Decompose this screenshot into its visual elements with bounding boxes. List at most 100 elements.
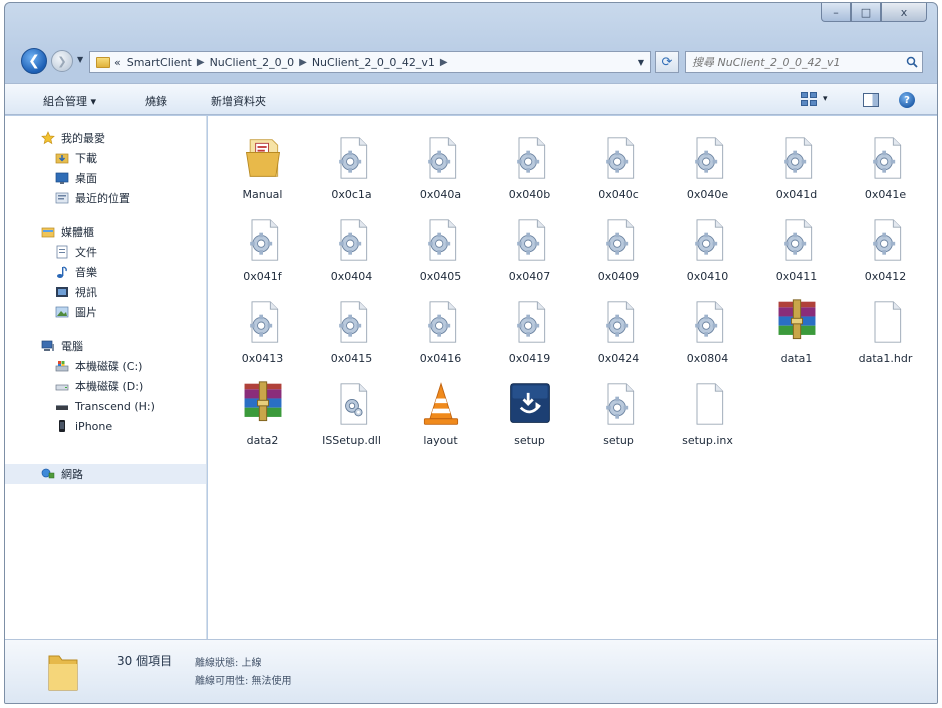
refresh-button[interactable]: ⟳ [655,51,679,73]
file-name: data1.hdr [858,352,913,365]
nav-iphone[interactable]: iPhone [5,416,206,436]
file-item[interactable]: 0x0410 [663,210,752,292]
nav-downloads[interactable]: 下載 [5,148,206,168]
file-item[interactable]: 0x0404 [307,210,396,292]
file-item[interactable]: 0x041f [218,210,307,292]
star-icon [41,131,55,145]
file-item[interactable]: 0x0411 [752,210,841,292]
file-item[interactable]: 0x0424 [574,292,663,374]
file-item[interactable]: 0x041d [752,128,841,210]
search-input[interactable] [686,55,902,69]
file-name: 0x0413 [241,352,284,365]
close-button[interactable]: x [881,3,927,22]
nav-desktop[interactable]: 桌面 [5,168,206,188]
back-button[interactable]: ❮ [21,48,47,74]
breadcrumb-item[interactable]: NuClient_2_0_0 [210,56,295,69]
nav-libraries[interactable]: 媒體櫃 [5,222,206,242]
history-dropdown-icon[interactable]: ▼ [77,55,83,64]
phone-icon [59,420,65,432]
minimize-button[interactable]: – [821,3,851,22]
search-box[interactable] [685,51,923,73]
chevron-right-icon[interactable]: ▶ [440,57,448,68]
nav-music[interactable]: 音樂 [5,262,206,282]
dll-file-icon [328,378,376,430]
file-name: 0x0405 [419,270,462,283]
config-file-icon [684,132,732,184]
file-item[interactable]: data2 [218,374,307,456]
breadcrumb-item[interactable]: NuClient_2_0_0_42_v1 [312,56,435,69]
nav-videos[interactable]: 視訊 [5,282,206,302]
nav-network[interactable]: 網路 [5,464,206,484]
nav-favorites-label: 我的最愛 [61,132,105,145]
preview-pane-button[interactable] [863,93,879,107]
file-item[interactable]: 0x040e [663,128,752,210]
address-dropdown-icon[interactable]: ▼ [638,58,644,67]
config-file-icon [417,214,465,266]
nav-drive-d[interactable]: 本機磁碟 (D:) [5,376,206,396]
config-file-icon [773,214,821,266]
nav-recent-places[interactable]: 最近的位置 [5,188,206,208]
breadcrumb-item[interactable]: SmartClient [127,56,192,69]
view-dropdown-icon[interactable]: ▾ [823,94,828,104]
file-item[interactable]: Manual [218,128,307,210]
file-item[interactable]: 0x0804 [663,292,752,374]
file-item[interactable]: 0x040a [396,128,485,210]
nav-drive-h-label: Transcend (H:) [75,399,155,413]
blank-file-icon [862,296,910,348]
file-name: 0x041f [243,270,282,283]
file-item[interactable]: 0x040b [485,128,574,210]
file-item[interactable]: 0x040c [574,128,663,210]
vlc-cone-icon [417,378,465,430]
nav-drive-h[interactable]: Transcend (H:) [5,396,206,416]
file-item[interactable]: data1.hdr [841,292,930,374]
chevron-right-icon[interactable]: ▶ [197,57,205,68]
maximize-button[interactable]: □ [851,3,881,22]
file-item[interactable]: layout [396,374,485,456]
details-pane: 30 個項目 離線狀態: 上線 離線可用性: 無法使用 [5,639,937,703]
help-button[interactable]: ? [899,92,915,108]
new-folder-button[interactable]: 新增資料夾 [211,93,266,109]
nav-computer[interactable]: 電腦 [5,336,206,356]
file-item[interactable]: 0x0415 [307,292,396,374]
chevron-right-icon[interactable]: ▶ [299,57,307,68]
navigation-pane: 我的最愛 下載 桌面 最近的位置 媒體櫃 文件 音樂 視訊 圖片 電腦 本機磁碟… [5,116,207,639]
nav-documents[interactable]: 文件 [5,242,206,262]
file-item[interactable]: 0x041e [841,128,930,210]
file-item[interactable]: 0x0412 [841,210,930,292]
file-item[interactable]: setup.inx [663,374,752,456]
forward-button[interactable]: ❯ [51,50,73,72]
config-file-icon [328,214,376,266]
organize-menu[interactable]: 組合管理 ▾ [43,93,96,109]
desktop-icon [55,172,69,184]
address-bar[interactable]: « SmartClient ▶ NuClient_2_0_0 ▶ NuClien… [89,51,651,73]
videos-icon [56,287,68,297]
nav-downloads-label: 下載 [75,152,97,165]
file-item[interactable]: 0x0407 [485,210,574,292]
file-item[interactable]: 0x0409 [574,210,663,292]
file-name: 0x040e [686,188,729,201]
config-file-icon [328,296,376,348]
change-view-button[interactable]: ▾ [801,92,828,106]
search-icon[interactable] [902,56,922,68]
file-name: 0x0419 [508,352,551,365]
burn-button[interactable]: 燒錄 [145,93,167,109]
offline-status: 離線狀態: 上線 [195,658,262,669]
nav-favorites[interactable]: 我的最愛 [5,128,206,148]
file-item[interactable]: data1 [752,292,841,374]
file-item[interactable]: 0x0416 [396,292,485,374]
file-item[interactable]: 0x0419 [485,292,574,374]
file-name: 0x0410 [686,270,729,283]
config-file-icon [417,132,465,184]
file-item[interactable]: 0x0405 [396,210,485,292]
file-item[interactable]: 0x0c1a [307,128,396,210]
file-name: setup [514,434,545,447]
file-item[interactable]: setup [485,374,574,456]
file-item[interactable]: ISSetup.dll [307,374,396,456]
file-list-view: Manual 0x0c1a 0x040a 0x040b 0x040c 0x040e 0x04… [208,116,937,639]
nav-pictures[interactable]: 圖片 [5,302,206,322]
file-item[interactable]: setup [574,374,663,456]
file-item[interactable]: 0x0413 [218,292,307,374]
breadcrumb-overflow[interactable]: « [114,56,121,69]
item-count: 30 個項目 [117,654,173,668]
nav-drive-c[interactable]: 本機磁碟 (C:) [5,356,206,376]
